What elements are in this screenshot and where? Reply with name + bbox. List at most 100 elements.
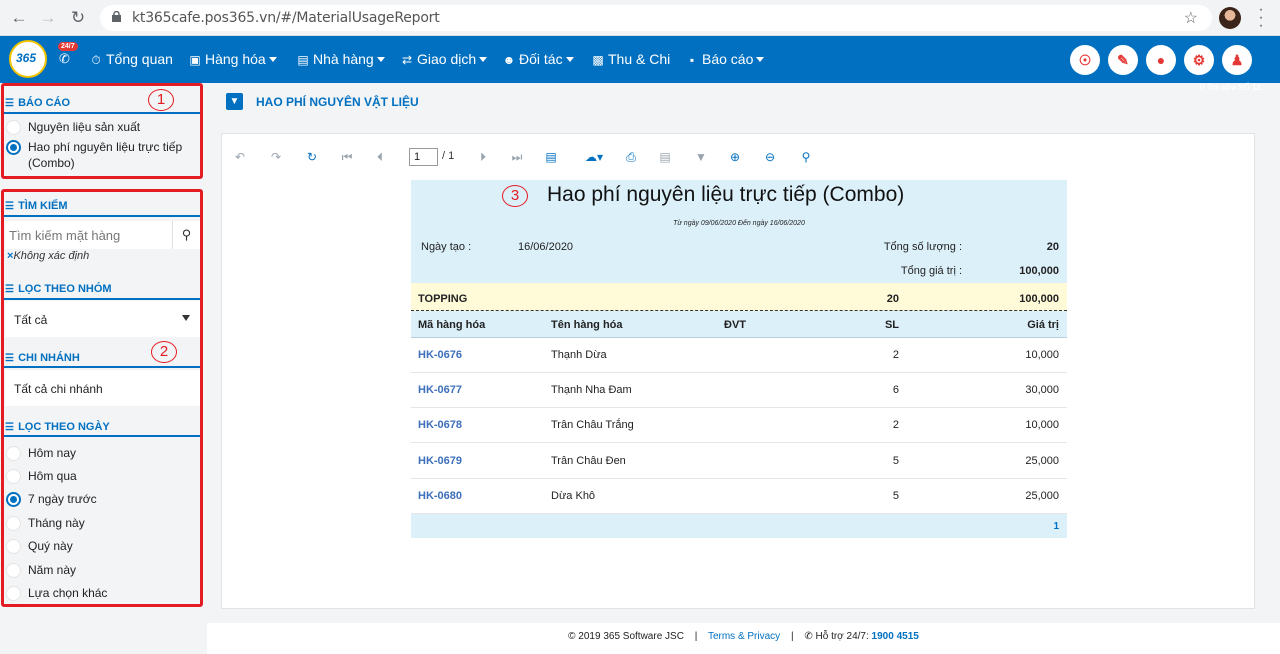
- reload-icon[interactable]: ↻: [68, 8, 88, 28]
- last-page-icon[interactable]: ⏭: [509, 150, 525, 165]
- avatar[interactable]: [1219, 7, 1241, 29]
- total-value-label: Tổng giá trị :: [900, 265, 962, 277]
- caret-down-icon: [376, 57, 385, 62]
- table-row: HK-0680 Dừa Khô 5 25,000: [411, 479, 1067, 514]
- group-name: TOPPING: [418, 293, 468, 305]
- item-code-link[interactable]: HK-0676: [418, 349, 462, 361]
- item-code-link[interactable]: HK-0678: [418, 419, 462, 431]
- terms-link[interactable]: Terms & Privacy: [708, 631, 780, 642]
- nav-restaurant[interactable]: ▤ Nhà hàng: [296, 51, 385, 67]
- marker-3: 3: [502, 185, 528, 207]
- item-code-link[interactable]: HK-0679: [418, 455, 462, 467]
- zoom-out-icon[interactable]: ⊖: [762, 150, 778, 164]
- radio-date-yesterday[interactable]: [6, 469, 21, 484]
- support-phone-link[interactable]: 1900 4515: [872, 631, 919, 642]
- exchange-icon: ⇄: [401, 53, 413, 67]
- radio-date-year[interactable]: [6, 563, 21, 578]
- item-value: 10,000: [1025, 419, 1059, 431]
- cart-button[interactable]: ☉: [1070, 45, 1100, 75]
- book-icon[interactable]: ▤: [657, 150, 673, 164]
- browser-toolbar: ← → ↻ kt365cafe.pos365.vn/#/MaterialUsag…: [0, 0, 1280, 36]
- report-option-label: Nguyên liệu sản xuất: [28, 120, 141, 134]
- item-code-link[interactable]: HK-0677: [418, 384, 462, 396]
- table-header: Mã hàng hóa Tên hàng hóa ĐVT SL Giá trị: [411, 311, 1067, 338]
- redo-icon[interactable]: ↷: [268, 150, 284, 164]
- footer-divider: |: [790, 631, 794, 642]
- group-select[interactable]: Tất cả: [5, 301, 200, 337]
- radio-date-custom[interactable]: [6, 586, 21, 601]
- bar-chart-icon: ▪: [689, 53, 695, 67]
- nav-label: Giao dịch: [417, 51, 477, 67]
- nav-partners[interactable]: ☻ Đối tác: [502, 51, 574, 67]
- item-value: 30,000: [1025, 384, 1059, 396]
- footer-divider: |: [694, 631, 698, 642]
- next-page-icon[interactable]: ⏵: [475, 150, 491, 165]
- group-value: 100,000: [1019, 293, 1059, 305]
- radio-report-material[interactable]: [6, 120, 21, 135]
- logo[interactable]: 365: [9, 40, 47, 78]
- user-button[interactable]: ♟: [1222, 45, 1252, 75]
- item-name: Trân Châu Đen: [551, 455, 626, 467]
- undo-icon[interactable]: ↶: [232, 150, 248, 164]
- user-icon: ♟: [1230, 52, 1244, 68]
- forward-icon[interactable]: →: [38, 8, 58, 28]
- radio-report-combo[interactable]: [6, 140, 21, 155]
- page-number-input[interactable]: 1: [409, 148, 438, 166]
- search-input[interactable]: Tìm kiếm mặt hàng ⚲: [5, 221, 200, 249]
- nav-label: Đối tác: [519, 51, 563, 67]
- nav-cashflow[interactable]: ▩ Thu & Chi: [591, 51, 670, 67]
- col-value: Giá trị: [1027, 319, 1059, 331]
- store-label: Trà sữa SỐ 12: [1207, 83, 1261, 92]
- document-icon[interactable]: ▤: [543, 150, 559, 164]
- item-value: 25,000: [1025, 455, 1059, 467]
- address-bar[interactable]: kt365cafe.pos365.vn/#/MaterialUsageRepor…: [100, 5, 1212, 31]
- item-code-link[interactable]: HK-0680: [418, 490, 462, 502]
- edit-button[interactable]: ✎: [1108, 45, 1138, 75]
- location-button[interactable]: ●: [1146, 45, 1176, 75]
- support-label: Hỗ trợ 24/7:: [815, 631, 869, 642]
- filter-toggle-icon[interactable]: ▼: [226, 93, 243, 110]
- radio-date-quarter[interactable]: [6, 539, 21, 554]
- date-option-label: Lựa chọn khác: [28, 586, 108, 600]
- caret-down-icon: [565, 57, 574, 62]
- zoom-fit-icon[interactable]: ⚲: [798, 150, 814, 164]
- settings-button[interactable]: ⚙: [1184, 45, 1214, 75]
- report-document: 3 Hao phí nguyên liệu trực tiếp (Combo) …: [411, 180, 1067, 538]
- map-pin-icon: ⚲: [1199, 83, 1208, 92]
- search-icon[interactable]: ⚲: [172, 221, 200, 249]
- radio-date-month[interactable]: [6, 516, 21, 531]
- nav-products[interactable]: ▣ Hàng hóa: [188, 51, 277, 67]
- date-option-label: 7 ngày trước: [28, 492, 97, 506]
- prev-page-icon[interactable]: ⏴: [372, 150, 388, 165]
- item-qty: 5: [892, 490, 899, 502]
- refresh-icon[interactable]: ↻: [304, 150, 320, 164]
- money-icon: ▩: [592, 53, 604, 67]
- cubes-icon: ▣: [189, 53, 201, 67]
- dashboard-icon: ⏱: [91, 53, 101, 67]
- table-row: HK-0679 Trân Châu Đen 5 25,000: [411, 444, 1067, 479]
- undefined-tag[interactable]: ×Không xác định: [7, 250, 89, 262]
- first-page-icon[interactable]: ⏮: [339, 150, 355, 165]
- branch-select[interactable]: Tất cả chi nhánh: [5, 370, 200, 406]
- phone-icon[interactable]: ✆: [59, 51, 71, 66]
- export-cloud-icon[interactable]: ☁▾: [582, 150, 606, 164]
- print-icon[interactable]: ⎙: [623, 150, 639, 165]
- radio-date-today[interactable]: [6, 446, 21, 461]
- more-vert-icon[interactable]: · · ·: [1256, 2, 1266, 34]
- url-text: kt365cafe.pos365.vn/#/MaterialUsageRepor…: [132, 10, 440, 26]
- nav-reports[interactable]: ▪ Báo cáo: [685, 51, 765, 67]
- nav-transactions[interactable]: ⇄ Giao dịch: [400, 51, 488, 67]
- zoom-in-icon[interactable]: ⊕: [727, 150, 743, 164]
- copyright: © 2019 365 Software JSC: [568, 631, 684, 642]
- star-icon[interactable]: ☆: [1184, 8, 1198, 28]
- filter-icon[interactable]: ▼: [693, 150, 709, 164]
- caret-down-icon: [756, 57, 765, 62]
- back-icon[interactable]: ←: [9, 8, 29, 28]
- store-name[interactable]: ⚲ Trà sữa SỐ 12: [1199, 83, 1261, 92]
- gear-icon: ⚙: [1192, 52, 1206, 68]
- item-qty: 5: [892, 455, 899, 467]
- radio-date-7days[interactable]: [6, 492, 21, 507]
- nav-dashboard[interactable]: ⏱ Tổng quan: [89, 51, 173, 68]
- list-icon: ☰: [5, 353, 14, 364]
- col-name: Tên hàng hóa: [551, 319, 623, 331]
